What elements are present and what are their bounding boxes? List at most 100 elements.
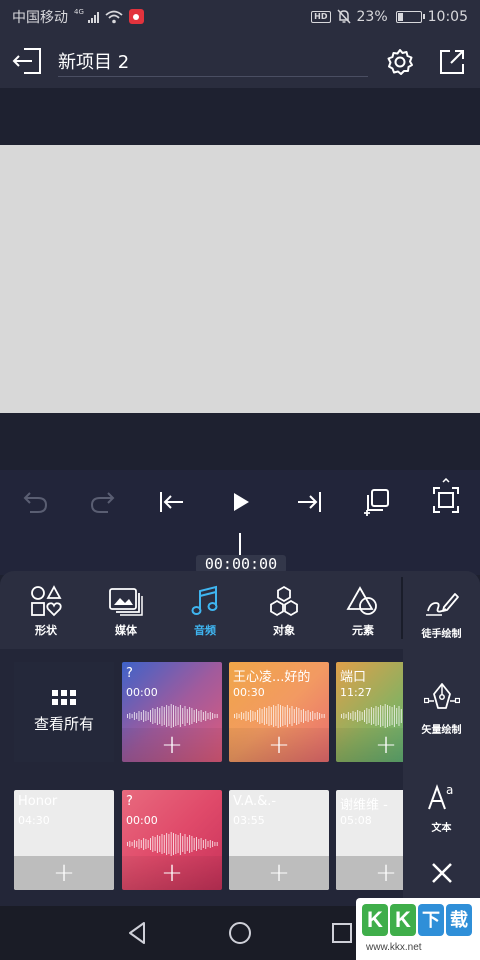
audio-card[interactable]: ? 00:00 + <box>122 790 222 890</box>
watermark-url: www.kkx.net <box>366 942 422 953</box>
watermark-char: K <box>362 904 388 936</box>
clock: 10:05 <box>427 8 468 25</box>
draw-tools-column: 徒手绘制 矢量绘制 a 文本 <box>403 571 480 906</box>
stage-margin-bottom <box>0 413 480 470</box>
plus-icon: + <box>375 730 397 760</box>
audio-grid: 查看所有 ? 00:00 + 王心凌...好的 00:30 + 端口 11:27 + Honor… <box>0 649 436 906</box>
hexagons-icon <box>270 585 298 617</box>
mute-bell-icon <box>336 9 351 24</box>
music-note-icon <box>191 585 218 615</box>
audio-title: ? <box>126 666 133 681</box>
play-icon[interactable] <box>222 486 258 518</box>
nav-home-icon[interactable] <box>226 919 254 947</box>
tab-shapes-label: 形状 <box>35 624 57 637</box>
audio-duration: 05:08 <box>340 814 372 827</box>
freehand-draw-icon <box>425 593 459 616</box>
battery-icon <box>395 10 425 23</box>
view-all-button[interactable]: 查看所有 <box>14 662 114 762</box>
watermark-logo: K K 下 载 www.kkx.net <box>356 898 480 960</box>
gear-icon[interactable] <box>384 46 416 78</box>
plus-icon: + <box>161 858 183 888</box>
export-icon[interactable] <box>436 46 468 78</box>
audio-duration: 00:00 <box>126 686 158 699</box>
audio-duration: 00:30 <box>233 686 265 699</box>
tab-objects[interactable]: 对象 <box>254 585 314 647</box>
plus-icon: + <box>268 858 290 888</box>
add-audio-button[interactable]: + <box>14 856 114 890</box>
audio-duration: 11:27 <box>340 686 372 699</box>
svg-text:a: a <box>446 783 453 797</box>
tab-objects-label: 对象 <box>273 624 295 637</box>
plus-icon: + <box>375 858 397 888</box>
text-tool-button[interactable]: a 文本 <box>403 781 480 834</box>
tab-audio[interactable]: 音频 <box>175 585 235 647</box>
shapes-icon <box>31 585 62 617</box>
audio-duration: 00:00 <box>126 814 158 827</box>
audio-card[interactable]: 王心凌...好的 00:30 + <box>229 662 329 762</box>
waveform-icon <box>234 704 325 728</box>
app-root: 中国移动 4G HD 23% 10:05 新项目 2 00:00:00 形状 媒… <box>0 0 480 960</box>
watermark-char: 下 <box>418 904 444 936</box>
hd-icon: HD <box>311 10 331 23</box>
carrier-name: 中国移动 <box>12 9 68 26</box>
exit-icon[interactable] <box>8 45 44 77</box>
waveform-icon <box>127 704 218 728</box>
stage-margin-top <box>0 88 480 145</box>
audio-card[interactable]: ? 00:00 + <box>122 662 222 762</box>
playhead-marker[interactable] <box>239 533 241 555</box>
freehand-draw-label: 徒手绘制 <box>421 629 462 640</box>
add-audio-button[interactable]: + <box>229 728 329 762</box>
vector-draw-button[interactable]: 矢量绘制 <box>403 681 480 736</box>
nav-back-icon[interactable] <box>124 919 152 947</box>
project-canvas[interactable] <box>0 145 480 413</box>
skip-to-start-icon[interactable] <box>154 486 190 518</box>
vector-draw-label: 矢量绘制 <box>421 725 462 736</box>
audio-title: ? <box>126 794 133 809</box>
grid-icon <box>52 690 76 705</box>
add-audio-button[interactable]: + <box>122 728 222 762</box>
waveform-icon <box>127 832 218 856</box>
category-tabs: 形状 媒体 音频 对象 元素 <box>0 571 400 649</box>
audio-title: V.A.&.- <box>233 794 277 809</box>
tab-shapes[interactable]: 形状 <box>16 585 76 647</box>
watermark-char: 载 <box>446 904 472 936</box>
audio-duration: 03:55 <box>233 814 265 827</box>
network-type: 4G <box>74 7 84 16</box>
tab-media-label: 媒体 <box>115 624 137 637</box>
elements-icon <box>346 586 377 615</box>
redo-icon[interactable] <box>86 486 122 518</box>
nav-recents-icon[interactable] <box>328 919 356 947</box>
audio-card[interactable]: Honor 04:30 + <box>14 790 114 890</box>
skip-to-end-icon[interactable] <box>291 486 327 518</box>
plus-icon: + <box>161 730 183 760</box>
audio-title: 王心凌...好的 <box>233 670 311 685</box>
app-notification-icon <box>128 9 144 24</box>
title-bar: 新项目 2 <box>0 33 480 88</box>
fit-screen-icon[interactable] <box>428 478 464 522</box>
add-audio-button[interactable]: + <box>122 856 222 890</box>
asset-panel: 形状 媒体 音频 对象 元素 查看所有 ? 00:00 + 王心凌...好的 0… <box>0 571 480 906</box>
wifi-icon <box>105 10 123 23</box>
audio-title: Honor <box>18 794 58 809</box>
title-underline <box>58 76 368 77</box>
tab-media[interactable]: 媒体 <box>96 585 156 647</box>
plus-icon: + <box>53 858 75 888</box>
view-all-label: 查看所有 <box>33 715 94 733</box>
close-icon[interactable] <box>430 861 454 885</box>
signal-icon <box>87 11 99 23</box>
vector-pen-icon <box>423 683 460 709</box>
text-icon: a <box>427 783 453 810</box>
watermark-char: K <box>390 904 416 936</box>
project-name-field[interactable]: 新项目 2 <box>58 48 129 74</box>
duplicate-icon[interactable] <box>359 486 395 518</box>
audio-card[interactable]: V.A.&.- 03:55 + <box>229 790 329 890</box>
tab-audio-label: 音频 <box>194 624 216 637</box>
media-icon <box>109 588 143 616</box>
undo-icon[interactable] <box>16 486 52 518</box>
tab-elements[interactable]: 元素 <box>333 585 393 647</box>
plus-icon: + <box>268 730 290 760</box>
add-audio-button[interactable]: + <box>229 856 329 890</box>
freehand-draw-button[interactable]: 徒手绘制 <box>403 589 480 640</box>
status-bar: 中国移动 4G HD 23% 10:05 <box>0 0 480 33</box>
text-tool-label: 文本 <box>431 823 452 834</box>
